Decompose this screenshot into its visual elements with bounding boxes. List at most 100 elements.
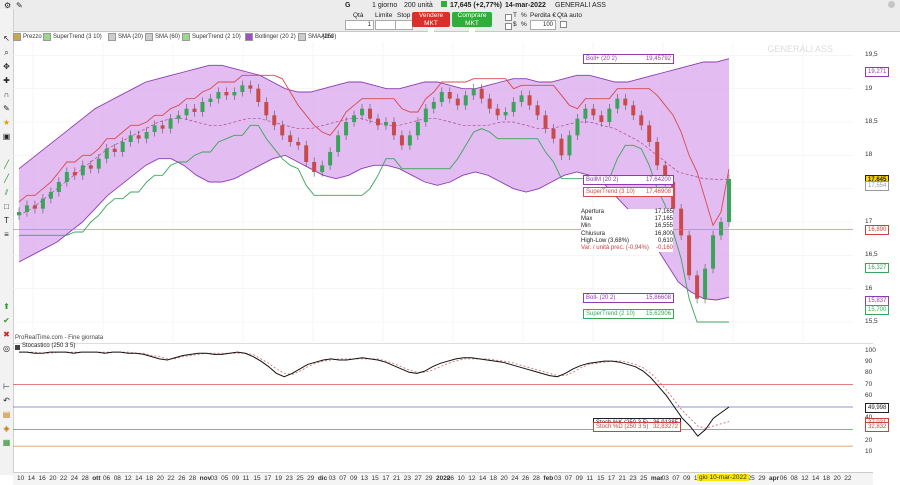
candle-body [288,135,293,142]
candle-body [24,205,29,212]
undo-icon[interactable]: ↶ [1,395,12,406]
move-icon[interactable]: ✥ [1,61,12,72]
indicator-label-supertrend-red: SuperTrend (3 10) 17,46908 [583,186,674,197]
crosshair-icon[interactable]: ✚ [1,75,12,86]
legend-item[interactable]: SMA (20) [108,33,143,41]
oscillator-value-tag: 32,832 [865,422,890,433]
candle-body [17,212,21,216]
text-icon[interactable]: T [1,215,12,226]
star-icon[interactable]: ★ [1,117,12,128]
date-axis-label: apr [769,475,780,482]
price-chart[interactable]: GENERALI ASS ProRealTime.com - Fine gior… [13,42,890,342]
trendline-icon[interactable]: ╱ [1,173,12,184]
pencil-icon[interactable]: ✎ [16,1,23,10]
limit-input[interactable] [375,20,396,30]
delete-icon[interactable]: ✖ [1,329,12,340]
symbol-selector[interactable]: G [345,2,350,9]
candle-body [184,108,189,116]
date-axis-label: 20 [156,475,164,482]
check-icon[interactable]: ✔ [1,315,12,326]
ohlc-infobox: Apertura 17,165 Max 17,165 Min 16,555 Chiusura… [581,209,673,253]
buy-market-button[interactable]: Comprare MKT [452,12,492,33]
legend-item[interactable]: SMA (60) [145,33,180,41]
date-axis-label: 12 [801,475,809,482]
candle-body [112,148,117,152]
units-selector[interactable]: 200 unità [404,2,433,9]
legend-item[interactable]: Prezzo [13,33,42,41]
indicator-value: 15,62906 [645,311,671,318]
candle-body [583,108,588,119]
date-axis-label: 10 [457,475,465,482]
date-axis[interactable]: 10 14 16 20 22 24 28 ott 06 08 12 14 18 20 22 26 28 nov 03… [13,472,873,485]
line-icon[interactable]: ╱ [1,159,12,170]
indicator-value: 17,46908 [645,188,671,195]
candle-body [56,182,61,192]
channel-icon[interactable]: ⫽ [1,187,12,198]
candle-body [200,102,205,112]
magnet-icon[interactable]: ∩ [1,89,12,100]
ruler-icon[interactable]: ⊢ [1,381,12,392]
date-axis-label: 29 [425,475,433,482]
palette-icon[interactable]: ◈ [1,423,12,434]
date-axis-label: 25 [296,475,304,482]
cursor-icon[interactable]: ↖ [1,33,12,44]
sell-market-button[interactable]: Vendere MKT [412,12,450,33]
s-label: $ [513,21,517,28]
grid-icon[interactable]: ▦ [1,437,12,448]
legend-label: Altro [321,34,334,40]
zoom-icon[interactable]: ⌕ [1,47,12,58]
rectangle-icon[interactable]: □ [1,201,12,212]
legend-item[interactable]: SuperTrend (3 10) [43,33,102,41]
ohlc-key: Apertura [581,209,605,215]
candle-body [152,125,157,132]
arrow-up-icon[interactable]: ⬆ [1,301,12,312]
ohlc-row: Max 17,165 [581,216,673,223]
timeframe-selector[interactable]: 1 giorno [372,2,397,9]
candle-body [383,122,388,126]
qty-input[interactable]: 1 [345,20,374,30]
date-axis-label: 11 [242,475,250,482]
date-axis-label: 08 [113,475,121,482]
s-checkbox[interactable] [505,23,512,30]
date-axis-label: 26 [521,475,530,482]
legend-item[interactable]: SuperTrend (2 10) [182,33,241,41]
lock-icon[interactable]: ▣ [1,131,12,142]
oscillator-axis-label: 70 [865,380,873,388]
t-checkbox[interactable] [505,14,512,21]
stochastic-value-tags: Stoch %K (250 3 5)36,91385Stoch %D (250 … [13,343,681,433]
date-axis-label: 24 [511,475,519,482]
layers-icon[interactable]: ▤ [1,409,12,420]
candle-body [160,125,165,129]
candle-body [431,102,436,109]
quote-icon [441,1,447,7]
date-axis-label: 09 [575,475,583,482]
date-axis-label: 15 [253,475,261,482]
candle-body [144,132,149,139]
ohlc-row: Min 16,555 [581,223,673,230]
alert-icon[interactable]: ◎ [1,343,12,354]
legend-swatch [145,33,153,41]
oscillator-axis-label: 10 [865,447,873,455]
date-axis-label: 26 [178,475,186,482]
date-axis-label: 20 [833,475,841,482]
stochastic-svg [13,343,873,447]
candle-body [216,92,221,99]
candle-body [352,115,357,122]
candle-body [120,142,125,152]
oscillator-axis-label: 80 [865,369,873,377]
fibonacci-icon[interactable]: ≡ [1,229,12,240]
stop-input[interactable] [395,20,413,30]
legend-item[interactable]: Bollinger (20 2) [245,33,296,41]
loss-input[interactable]: 100 [530,20,556,30]
candle-body [599,115,604,122]
candle-body [623,98,628,106]
price-value-tag: 16,327 [865,262,890,273]
candle-body [224,92,229,96]
stop-label: Stop [397,12,411,19]
brush-icon[interactable]: ✎ [1,103,12,114]
window-close-icon[interactable] [888,1,895,8]
stochastic-panel[interactable]: Stocastico (250 3 5) 1009080706050403020… [13,343,890,471]
oscillator-title: Stocastico (250 3 5) [22,343,76,349]
auto-qty-checkbox[interactable] [560,21,567,28]
legend-item[interactable]: Altro [321,33,333,41]
